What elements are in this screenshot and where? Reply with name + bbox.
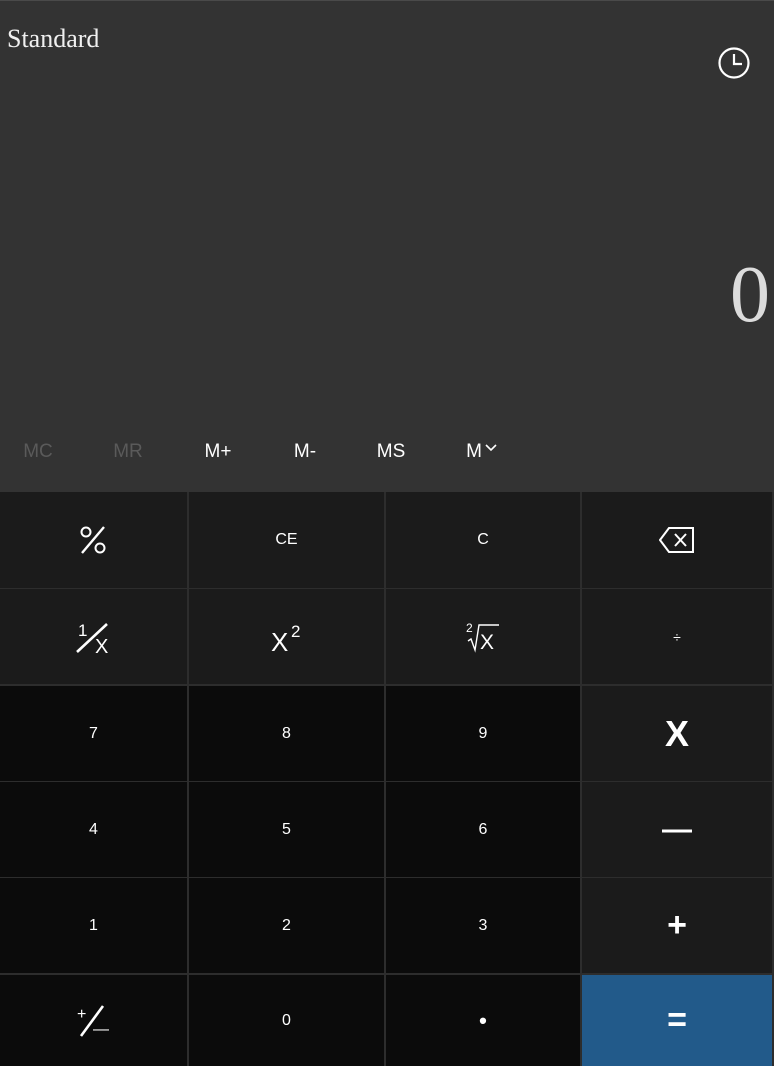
square-icon: X 2	[271, 622, 300, 654]
digit-2-button[interactable]: 2	[189, 878, 384, 973]
calculator-window: Standard 0 MC MR M+ M- MS M CE C 1 X X 2…	[0, 0, 774, 1066]
equals-button[interactable]: =	[582, 975, 772, 1066]
memory-add-button[interactable]: M+	[190, 429, 246, 475]
memory-store-button[interactable]: MS	[363, 429, 419, 475]
digit-3-button[interactable]: 3	[386, 878, 580, 973]
history-clock-icon	[718, 47, 750, 79]
digit-4-label: 4	[89, 820, 98, 838]
digit-6-label: 6	[478, 820, 488, 838]
decimal-label: •	[479, 1007, 487, 1033]
memory-toolbar: MC MR M+ M- MS M	[0, 429, 774, 475]
digit-3-label: 3	[478, 916, 488, 934]
reciprocal-icon: 1 X	[75, 621, 108, 655]
negate-plus-sign: +	[77, 1006, 86, 1023]
square-root-button[interactable]: 2 X	[386, 589, 580, 684]
add-label: +	[667, 906, 687, 944]
digit-7-button[interactable]: 7	[0, 686, 187, 781]
add-button[interactable]: +	[582, 878, 772, 973]
digit-5-label: 5	[282, 820, 291, 838]
digit-9-button[interactable]: 9	[386, 686, 580, 781]
digit-7-label: 7	[89, 724, 98, 742]
percent-button[interactable]: %	[0, 492, 187, 588]
digit-8-button[interactable]: 8	[189, 686, 384, 781]
percent-icon	[80, 526, 105, 554]
square-root-icon: 2 X	[466, 621, 499, 653]
memory-list-label: M	[466, 441, 482, 462]
memory-subtract-button[interactable]: M-	[277, 429, 333, 475]
digit-0-label: 0	[282, 1011, 291, 1029]
square-base: X	[271, 627, 288, 654]
digit-6-button[interactable]: 6	[386, 782, 580, 877]
square-button[interactable]: X 2	[189, 589, 384, 684]
display-panel: Standard 0 MC MR M+ M- MS M	[0, 0, 774, 492]
reciprocal-denominator: X	[95, 636, 108, 655]
digit-1-button[interactable]: 1	[0, 878, 187, 973]
multiply-button[interactable]: X	[582, 686, 772, 781]
clear-label: C	[477, 531, 489, 548]
clear-button[interactable]: C	[386, 492, 580, 588]
multiply-label: X	[664, 712, 689, 754]
digit-0-button[interactable]: 0	[189, 975, 384, 1066]
keypad: % CE C 1 X X 2	[0, 492, 774, 1066]
digit-2-label: 2	[282, 916, 291, 934]
negate-minus-sign: —	[93, 1021, 109, 1038]
equals-label: =	[667, 1001, 687, 1039]
root-radicand: X	[480, 631, 494, 653]
digit-5-button[interactable]: 5	[189, 782, 384, 877]
result-display: 0	[730, 251, 770, 339]
history-button[interactable]	[710, 39, 758, 87]
subtract-button[interactable]: —	[582, 782, 772, 877]
memory-clear-button[interactable]: MC	[10, 429, 66, 475]
decimal-button[interactable]: •	[386, 975, 580, 1066]
divide-button[interactable]: ÷	[582, 589, 772, 684]
mode-title: Standard	[7, 24, 100, 53]
root-index: 2	[466, 621, 473, 635]
digit-8-label: 8	[282, 724, 291, 742]
backspace-icon	[659, 527, 694, 553]
digit-1-label: 1	[89, 916, 98, 934]
digit-4-button[interactable]: 4	[0, 782, 187, 877]
memory-recall-button[interactable]: MR	[100, 429, 156, 475]
digit-9-label: 9	[478, 724, 488, 742]
backspace-button[interactable]	[582, 492, 772, 588]
subtract-label: —	[662, 812, 692, 846]
divide-label: ÷	[673, 628, 681, 645]
negate-button[interactable]: + —	[0, 975, 187, 1066]
square-exponent: 2	[291, 622, 300, 641]
memory-list-button[interactable]: M	[452, 429, 512, 475]
reciprocal-numerator: 1	[78, 621, 87, 640]
negate-icon: + —	[77, 1004, 109, 1038]
chevron-down-icon	[485, 444, 497, 452]
clear-entry-label: CE	[275, 531, 298, 548]
reciprocal-button[interactable]: 1 X	[0, 589, 187, 684]
clear-entry-button[interactable]: CE	[189, 492, 384, 588]
